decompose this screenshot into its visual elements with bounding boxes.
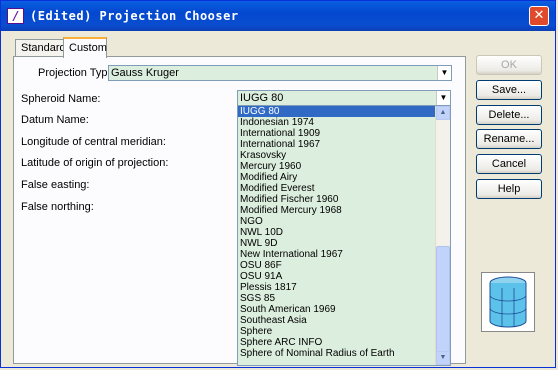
spheroid-option[interactable]: Modified Mercury 1968 xyxy=(238,205,435,216)
spheroid-dropdown-list[interactable]: IUGG 80 Indonesian 1974 International 1909… xyxy=(237,105,451,366)
spheroid-option[interactable]: NWL 9D xyxy=(238,238,435,249)
spheroid-option[interactable]: OSU 91A xyxy=(238,271,435,282)
spheroid-option[interactable]: NGO xyxy=(238,216,435,227)
vertical-scrollbar[interactable]: ▲ ▼ xyxy=(435,106,450,365)
window-title: (Edited) Projection Chooser xyxy=(30,9,239,23)
spheroid-option[interactable]: Sphere xyxy=(238,326,435,337)
projection-type-value: Gauss Kruger xyxy=(111,67,179,79)
spheroid-options: IUGG 80 Indonesian 1974 International 1909… xyxy=(238,106,435,359)
spheroid-name-value: IUGG 80 xyxy=(240,92,284,104)
central-meridian-label: Longitude of central meridian: xyxy=(21,136,166,148)
spheroid-option[interactable]: SGS 85 xyxy=(238,293,435,304)
save-button[interactable]: Save... xyxy=(476,80,542,100)
title-bar[interactable]: / (Edited) Projection Chooser ✕ xyxy=(1,1,555,31)
tab-standard[interactable]: Standard xyxy=(15,39,66,56)
origin-latitude-label: Latitude of origin of projection: xyxy=(21,157,169,169)
spheroid-option[interactable]: Southeast Asia xyxy=(238,315,435,326)
spheroid-option[interactable]: Indonesian 1974 xyxy=(238,117,435,128)
false-northing-label: False northing: xyxy=(21,201,94,213)
spheroid-name-label: Spheroid Name: xyxy=(21,93,101,105)
spheroid-name-select[interactable]: IUGG 80 ▼ xyxy=(237,90,451,106)
spheroid-option[interactable]: Krasovsky xyxy=(238,150,435,161)
spheroid-option[interactable]: IUGG 80 xyxy=(238,106,435,117)
spheroid-option[interactable]: Modified Everest xyxy=(238,183,435,194)
ok-button[interactable]: OK xyxy=(476,55,542,75)
rename-button[interactable]: Rename... xyxy=(476,129,542,149)
spheroid-option[interactable]: Mercury 1960 xyxy=(238,161,435,172)
close-icon: ✕ xyxy=(533,8,545,23)
spheroid-option[interactable]: Sphere of Nominal Radius of Earth xyxy=(238,348,435,359)
close-button[interactable]: ✕ xyxy=(529,6,549,26)
spheroid-option[interactable]: Modified Airy xyxy=(238,172,435,183)
spheroid-option[interactable]: Plessis 1817 xyxy=(238,282,435,293)
globe-icon xyxy=(481,272,535,332)
scroll-thumb[interactable] xyxy=(436,246,450,354)
spheroid-option[interactable]: International 1909 xyxy=(238,128,435,139)
spheroid-option[interactable]: OSU 86F xyxy=(238,260,435,271)
spheroid-option[interactable]: New International 1967 xyxy=(238,249,435,260)
cancel-button[interactable]: Cancel xyxy=(476,154,542,174)
spheroid-option[interactable]: International 1967 xyxy=(238,139,435,150)
spheroid-option[interactable]: NWL 10D xyxy=(238,227,435,238)
spheroid-option[interactable]: Modified Fischer 1960 xyxy=(238,194,435,205)
app-icon: / xyxy=(7,8,24,24)
false-easting-label: False easting: xyxy=(21,179,90,191)
projection-type-select[interactable]: Gauss Kruger ▼ xyxy=(108,65,452,81)
spheroid-option[interactable]: South American 1969 xyxy=(238,304,435,315)
spheroid-option[interactable]: Sphere ARC INFO xyxy=(238,337,435,348)
datum-name-label: Datum Name: xyxy=(21,114,89,126)
chevron-down-icon[interactable]: ▼ xyxy=(436,91,450,105)
tab-custom[interactable]: Custom xyxy=(63,37,107,58)
delete-button[interactable]: Delete... xyxy=(476,105,542,125)
scroll-up-arrow-icon[interactable]: ▲ xyxy=(436,106,450,120)
chevron-down-icon[interactable]: ▼ xyxy=(437,66,451,80)
projection-chooser-window: / (Edited) Projection Chooser ✕ Standard… xyxy=(0,0,556,368)
scroll-down-arrow-icon[interactable]: ▼ xyxy=(436,351,450,365)
help-button[interactable]: Help xyxy=(476,179,542,199)
